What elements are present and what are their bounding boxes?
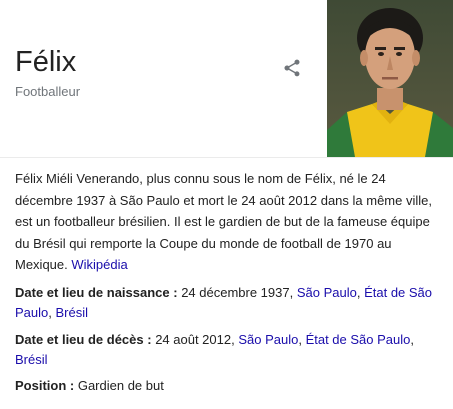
birth-place-link-city[interactable]: São Paulo xyxy=(297,285,357,300)
death-place-link-country[interactable]: Brésil xyxy=(15,352,48,367)
knowledge-panel-header: Félix Footballeur xyxy=(0,0,453,157)
birth-date: 24 décembre 1937 xyxy=(181,285,290,300)
death-place-link-city[interactable]: São Paulo xyxy=(238,332,298,347)
portrait-image xyxy=(327,0,453,157)
wikipedia-link[interactable]: Wikipédia xyxy=(71,257,127,272)
fact-position: Position : Gardien de but xyxy=(15,378,164,393)
fact-death: Date et lieu de décès : 24 août 2012, Sã… xyxy=(15,332,414,367)
entity-photo[interactable] xyxy=(327,0,453,157)
share-icon xyxy=(284,59,300,77)
death-place-link-state[interactable]: État de São Paulo xyxy=(306,332,411,347)
fact-label-birth: Date et lieu de naissance xyxy=(15,285,170,300)
death-date: 24 août 2012 xyxy=(155,332,232,347)
entity-subtitle: Footballeur xyxy=(15,84,81,99)
birth-place-link-country[interactable]: Brésil xyxy=(55,305,88,320)
header-divider xyxy=(0,157,453,158)
entity-title: Félix xyxy=(15,46,77,78)
entity-description: Félix Miéli Venerando, plus connu sous l… xyxy=(15,168,441,276)
position-value: Gardien de but xyxy=(77,378,164,393)
fact-label-position: Position xyxy=(15,378,67,393)
fact-label-death: Date et lieu de décès xyxy=(15,332,144,347)
fact-birth: Date et lieu de naissance : 24 décembre … xyxy=(15,285,433,320)
share-button[interactable] xyxy=(280,56,304,80)
